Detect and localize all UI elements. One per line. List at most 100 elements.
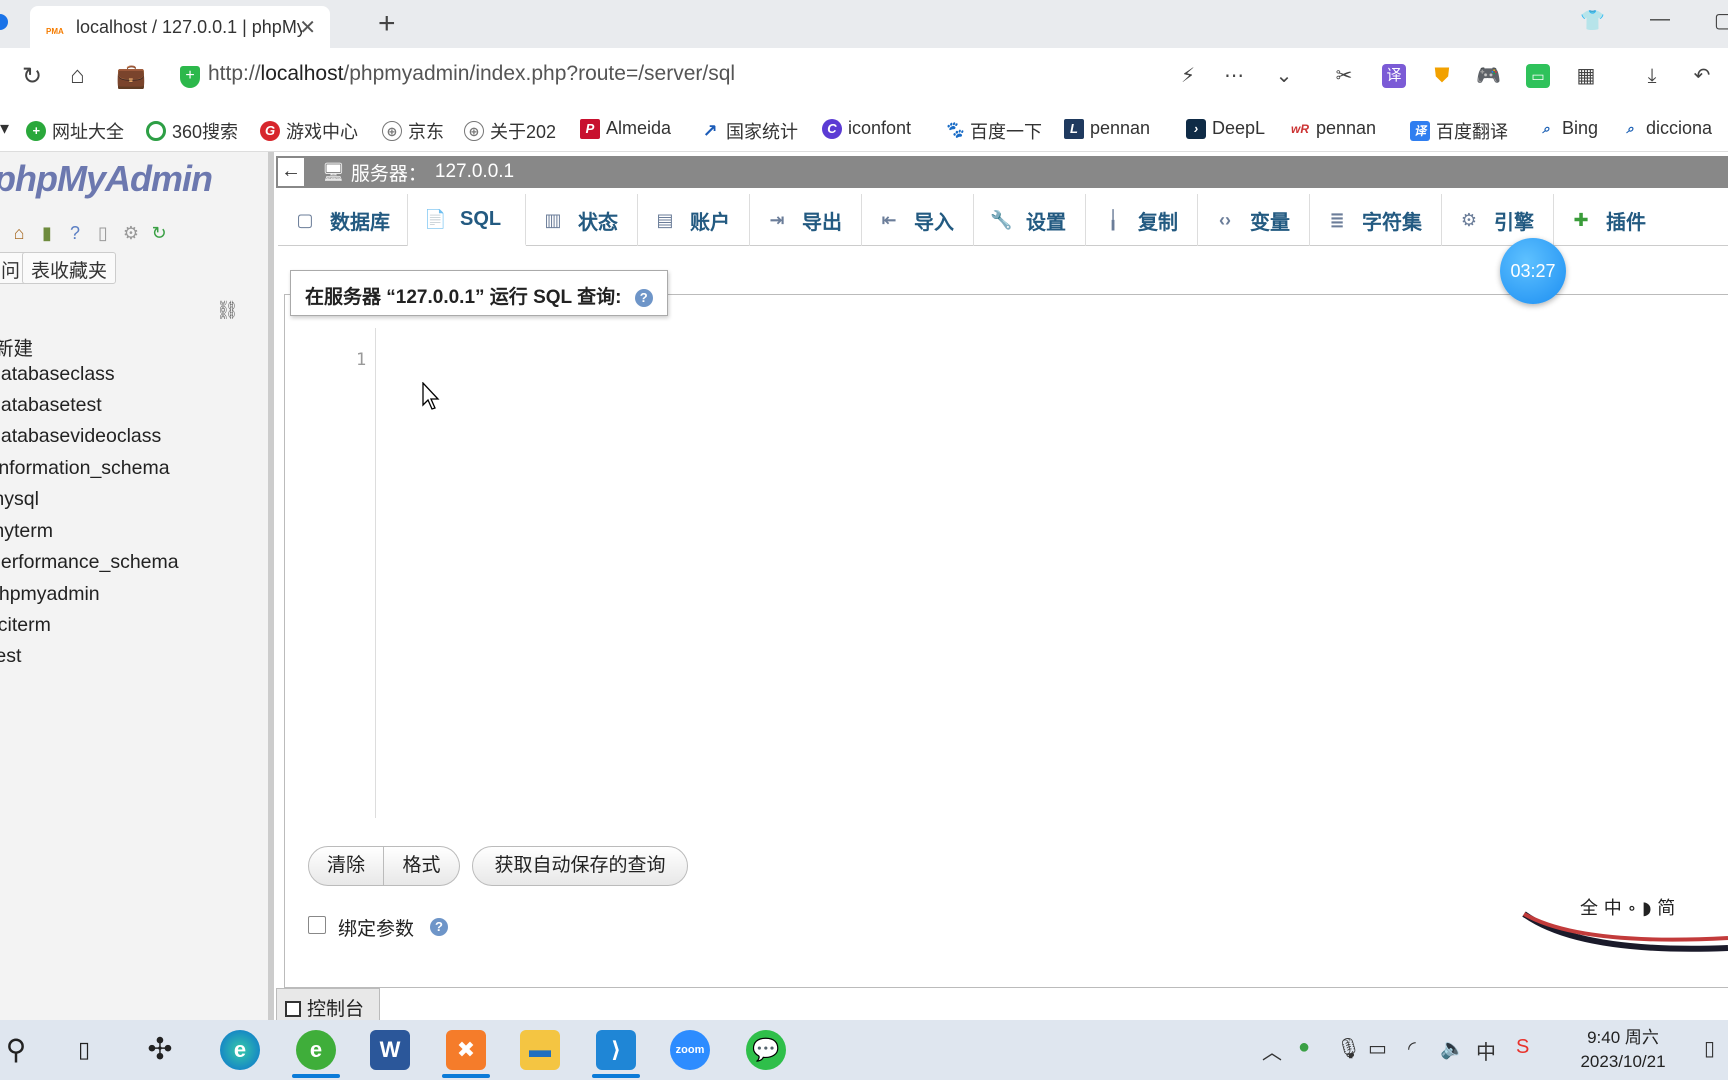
tab-variables[interactable]: ‹› 变量 — [1198, 194, 1310, 246]
tray-chevron-up-icon[interactable]: ︿ — [1262, 1036, 1282, 1065]
ime-indicator[interactable]: 中 — [1476, 1036, 1496, 1065]
home-icon[interactable]: ⌂ — [70, 62, 85, 90]
db-item[interactable]: sciterm — [0, 614, 51, 637]
db-new[interactable]: 新建 — [0, 332, 33, 361]
bookmark-item[interactable]: ⌕ dicciona — [1620, 118, 1712, 139]
chevron-down-icon[interactable]: ⌄ — [1272, 64, 1296, 88]
undo-icon[interactable]: ↶ — [1690, 64, 1714, 88]
bookmark-item[interactable]: ⊕ 京东 — [382, 118, 444, 144]
tray-360-icon[interactable]: ● — [1298, 1036, 1310, 1059]
clear-button[interactable]: 清除 — [308, 846, 384, 886]
bookmark-item[interactable]: 🐾 百度一下 — [944, 118, 1042, 144]
logout-icon[interactable]: ▮ — [36, 222, 58, 244]
new-tab-button[interactable]: + — [378, 6, 396, 42]
scissors-icon[interactable]: ✂ — [1332, 64, 1356, 88]
bookmark-item[interactable]: 360搜索 — [146, 118, 238, 144]
phpmyadmin-logo[interactable]: phpMyAdmin — [0, 158, 213, 200]
bind-parameters-checkbox[interactable] — [308, 916, 326, 934]
gear-icon[interactable]: ⚙ — [120, 222, 142, 244]
task-view-icon[interactable]: ▯ — [64, 1030, 104, 1070]
help-icon[interactable]: ? — [634, 288, 653, 307]
url-field[interactable]: http://localhost/phpmyadmin/index.php?ro… — [208, 62, 735, 86]
db-item[interactable]: databasevideoclass — [0, 425, 161, 448]
browser-tab-active[interactable]: PMA localhost / 127.0.0.1 | phpMyAdmin ✕ — [30, 6, 330, 48]
home-icon[interactable]: ⌂ — [8, 222, 30, 244]
close-tab-icon[interactable]: ✕ — [299, 15, 316, 40]
notification-icon[interactable]: ▯ — [1704, 1036, 1715, 1061]
sogou-ime-icon[interactable]: S — [1516, 1036, 1529, 1059]
bookmark-item[interactable]: ⌕ Bing — [1536, 118, 1598, 139]
word-icon[interactable]: W — [370, 1030, 410, 1070]
translate-icon[interactable]: 译 — [1382, 64, 1406, 88]
lightning-icon[interactable]: ⚡ — [1176, 64, 1200, 88]
get-autosaved-query-button[interactable]: 获取自动保存的查询 — [472, 846, 688, 886]
book-icon[interactable]: ▭ — [1526, 64, 1550, 88]
minimize-button[interactable]: — — [1650, 8, 1670, 31]
360-browser-icon[interactable]: e — [296, 1030, 336, 1070]
download-icon[interactable]: ⤓ — [1640, 64, 1664, 88]
tab-sql[interactable]: 📄 SQL — [408, 194, 526, 246]
tab-settings[interactable]: 🔧 设置 — [974, 194, 1086, 246]
docs-icon[interactable]: ▯ — [92, 222, 114, 244]
db-item[interactable]: databaseclass — [0, 363, 115, 386]
more-icon[interactable]: ⋯ — [1222, 64, 1246, 88]
tab-accounts[interactable]: ▤ 账户 — [638, 194, 750, 246]
tab-charsets[interactable]: ≣ 字符集 — [1310, 194, 1442, 246]
pinwheel-app-icon[interactable]: ✣ — [140, 1030, 180, 1070]
tab-replication[interactable]: ╽ 复制 — [1086, 194, 1198, 246]
collapse-sidebar-button[interactable]: ← — [278, 158, 304, 186]
shield-icon[interactable]: ⛊ — [1430, 64, 1454, 88]
reload-icon[interactable]: ↻ — [22, 62, 42, 91]
db-item[interactable]: performance_schema — [0, 551, 179, 574]
tab-favorites[interactable]: 表收藏夹 — [22, 252, 117, 284]
db-item[interactable]: mysql — [0, 488, 39, 511]
console-toggle[interactable]: 控制台 — [276, 988, 380, 1022]
volume-icon[interactable]: 🔈 — [1440, 1036, 1465, 1061]
bookmark-item[interactable]: › DeepL — [1186, 118, 1265, 139]
bookmark-item[interactable]: Ciconfont — [822, 118, 911, 139]
edge-browser-icon[interactable]: e — [220, 1030, 260, 1070]
bookmark-item[interactable]: ↗ 国家统计 — [700, 118, 798, 144]
db-item[interactable]: databasetest — [0, 394, 102, 417]
sql-editor[interactable] — [286, 328, 1728, 818]
bookmark-item[interactable]: Lpennan — [1064, 118, 1150, 139]
game-icon[interactable]: 🎮 — [1476, 64, 1501, 88]
wifi-icon[interactable]: ◜ — [1408, 1036, 1416, 1061]
bookmark-item[interactable]: P Almeida — [580, 118, 671, 139]
db-item[interactable]: myterm — [0, 520, 53, 543]
apps-grid-icon[interactable]: ▦ — [1574, 64, 1598, 88]
zoom-icon[interactable]: zoom — [670, 1030, 710, 1070]
maximize-button[interactable]: ▢ — [1714, 8, 1728, 33]
file-explorer-icon[interactable]: ▬ — [520, 1030, 560, 1070]
vscode-icon[interactable]: ⟩ — [596, 1030, 636, 1070]
db-item[interactable]: information_schema — [0, 457, 170, 480]
db-item[interactable]: test — [0, 645, 21, 668]
format-button[interactable]: 格式 — [384, 846, 460, 886]
server-name-link[interactable]: 127.0.0.1 — [435, 161, 514, 183]
xampp-icon[interactable]: ✖ — [446, 1030, 486, 1070]
wechat-icon[interactable]: 💬 — [746, 1030, 786, 1070]
tab-import[interactable]: ⇤ 导入 — [862, 194, 974, 246]
recording-timer[interactable]: 03:27 — [1500, 238, 1566, 304]
help-icon[interactable]: ? — [64, 222, 86, 244]
system-clock[interactable]: 9:40 周六 2023/10/21 — [1578, 1026, 1668, 1074]
shirt-skin-icon[interactable]: 👕 — [1580, 8, 1605, 33]
tab-export[interactable]: ⇥ 导出 — [750, 194, 862, 246]
tab-status[interactable]: ▥ 状态 — [526, 194, 638, 246]
bookmark-item[interactable]: wR pennan — [1290, 118, 1376, 139]
bookmark-item[interactable]: 译百度翻译 — [1410, 118, 1508, 144]
db-item[interactable]: phpmyadmin — [0, 583, 100, 606]
tab-databases[interactable]: ▢ 数据库 — [278, 194, 408, 246]
briefcase-icon[interactable]: 💼 — [116, 62, 146, 91]
microphone-icon[interactable]: 🎙 — [1336, 1036, 1361, 1061]
refresh-icon[interactable]: ↻ — [148, 222, 170, 244]
bookmark-item[interactable]: G 游戏中心 — [260, 118, 358, 144]
search-icon[interactable]: ⚲ — [0, 1030, 36, 1070]
bookmark-item[interactable]: ⊕ 关于202 — [464, 118, 556, 144]
link-icon[interactable]: ⛓ — [216, 300, 239, 321]
tab-plugins[interactable]: ✚ 插件 — [1554, 194, 1666, 246]
bookmark-item[interactable]: + 网址大全 — [26, 118, 124, 144]
battery-icon[interactable]: ▭ — [1368, 1036, 1387, 1061]
bookmarks-chevron-icon[interactable]: ▾ — [0, 118, 9, 139]
help-icon[interactable]: ? — [430, 918, 448, 936]
